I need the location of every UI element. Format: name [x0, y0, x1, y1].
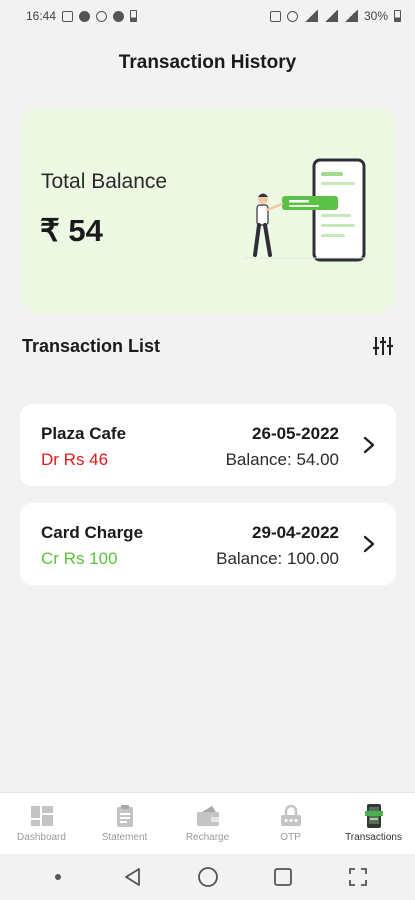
- dot-icon: [54, 874, 61, 880]
- nav-label: Dashboard: [17, 832, 66, 843]
- status-time: 16:44: [26, 9, 57, 23]
- fullscreen-button[interactable]: [344, 863, 372, 891]
- transaction-name: Card Charge: [41, 523, 144, 542]
- battery-icon: [394, 10, 401, 22]
- transaction-date: 26-05-2022: [252, 424, 339, 443]
- transaction-item[interactable]: Card Charge Cr Rs 100 29-04-2022 Balance…: [20, 503, 396, 585]
- total-balance-label: Total Balance: [41, 170, 168, 193]
- k-notification-icon: [96, 10, 108, 22]
- filter-button[interactable]: [370, 333, 396, 359]
- nav-label: OTP: [280, 832, 301, 843]
- transaction-date: 29-04-2022: [252, 523, 339, 542]
- nav-item-statement[interactable]: Statement: [83, 793, 166, 854]
- call-notification-icon: [113, 10, 125, 22]
- transaction-amount: Dr Rs 46: [41, 450, 109, 469]
- nav-label: Statement: [101, 832, 148, 843]
- status-left: 16:44: [26, 9, 138, 23]
- signal-2-icon: [343, 10, 358, 22]
- transaction-item[interactable]: Plaza Cafe Dr Rs 46 26-05-2022 Balance: …: [20, 404, 396, 486]
- transaction-balance: Balance: 100.00: [216, 549, 339, 568]
- chevron-right-icon: [363, 535, 375, 553]
- transaction-list-title: Transaction List: [22, 336, 161, 356]
- nav-item-recharge[interactable]: Recharge: [166, 793, 249, 854]
- transactions-icon: [361, 804, 387, 828]
- home-button[interactable]: [194, 863, 222, 891]
- volte-icon: [269, 10, 281, 22]
- wifi-icon: [303, 10, 318, 22]
- statement-icon: [112, 804, 138, 828]
- battery-percentage: 30%: [363, 9, 388, 23]
- sliders-filter-icon: [373, 337, 393, 355]
- page-title: Transaction History: [118, 52, 297, 73]
- signal-icon: [323, 10, 338, 22]
- nav-label: Recharge: [185, 832, 230, 843]
- recents-square-icon: [273, 868, 292, 886]
- balance-card: Total Balance ₹ 54: [20, 108, 396, 313]
- gallery-notification-icon: [62, 10, 74, 22]
- chevron-right-icon: [363, 436, 375, 454]
- phone-payment-illustration-icon: [244, 158, 369, 262]
- status-bar: 16:44 30%: [0, 0, 415, 32]
- nav-item-transactions[interactable]: Transactions: [332, 793, 415, 854]
- recharge-icon: [195, 804, 221, 828]
- transaction-name: Plaza Cafe: [41, 424, 127, 443]
- system-nav-bar: [0, 854, 415, 900]
- battery-saver-icon: [130, 10, 138, 22]
- back-triangle-icon: [124, 868, 140, 886]
- dashboard-icon: [29, 804, 55, 828]
- otp-icon: [278, 804, 304, 828]
- nav-item-otp[interactable]: OTP: [249, 793, 332, 854]
- bottom-nav: Dashboard Statement Recharge OTP Transac…: [0, 792, 415, 854]
- transaction-amount: Cr Rs 100: [41, 549, 118, 568]
- nav-label: Transactions: [345, 832, 402, 843]
- back-button[interactable]: [119, 863, 147, 891]
- alarm-icon: [286, 10, 298, 22]
- fullscreen-icon: [348, 868, 367, 886]
- nav-item-dashboard[interactable]: Dashboard: [0, 793, 83, 854]
- recents-button[interactable]: [269, 863, 297, 891]
- home-circle-icon: [197, 867, 218, 887]
- status-right: 30%: [269, 9, 401, 23]
- nav-dot-button[interactable]: [44, 863, 72, 891]
- messenger-notification-icon: [79, 10, 91, 22]
- transaction-balance: Balance: 54.00: [225, 450, 339, 469]
- total-balance-amount: ₹ 54: [40, 213, 103, 248]
